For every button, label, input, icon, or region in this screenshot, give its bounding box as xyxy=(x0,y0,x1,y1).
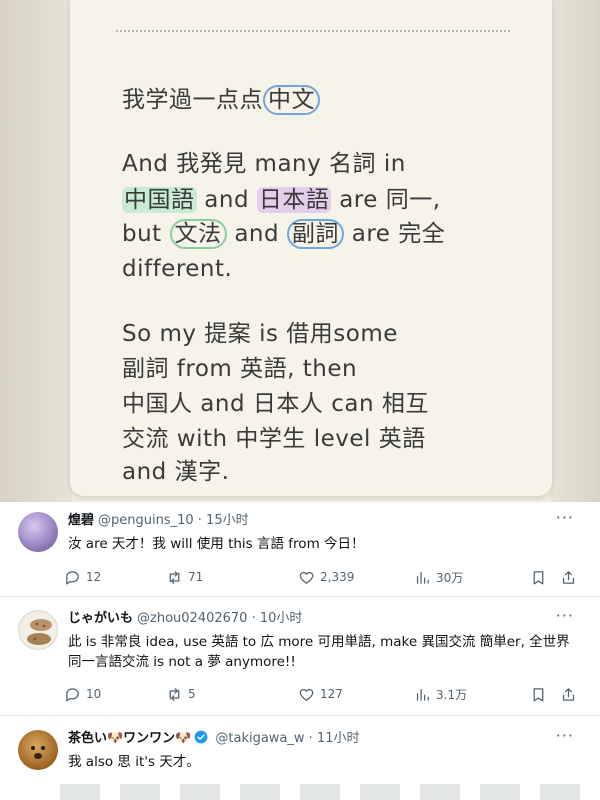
views-button[interactable]: 3.1万 xyxy=(414,683,467,705)
note-text: 我学過一点点 xyxy=(122,87,263,113)
tweet-actions: 10 5 127 3.1万 xyxy=(64,683,584,705)
note-line-9: 交流 with 中学生 level 英語 xyxy=(122,426,426,452)
tweet[interactable]: じゃがいも @zhou02402670 · 10小时 ··· 此 is 非常良 i… xyxy=(0,600,600,716)
retweet-icon xyxy=(169,687,180,701)
note-circled-word: 中文 xyxy=(263,85,320,115)
note-line-7: 副詞 from 英語, then xyxy=(122,356,358,382)
potato-avatar-image xyxy=(27,619,52,645)
reply-icon xyxy=(66,687,79,702)
tweet-text: 此 is 非常良 idea, use 英語 to 広 more 可用単語, ma… xyxy=(68,634,570,670)
verified-badge-icon xyxy=(194,730,208,744)
avatar[interactable] xyxy=(18,610,58,650)
note-line-10: and 漢字. xyxy=(122,459,230,485)
share-button[interactable] xyxy=(560,683,577,705)
like-button[interactable]: 2,339 xyxy=(298,566,354,588)
heart-icon xyxy=(299,571,314,584)
views-icon xyxy=(416,688,429,701)
retweet-button[interactable]: 71 xyxy=(166,566,203,588)
note-line-6: So my 提案 is 借用some xyxy=(122,321,398,347)
like-count: 127 xyxy=(320,687,343,701)
handle-and-time[interactable]: @zhou02402670 · 10小时 xyxy=(137,611,302,626)
dog-avatar-image xyxy=(31,746,45,759)
photo-background-right xyxy=(550,0,600,502)
note-text: but xyxy=(122,221,170,247)
bookmark-icon xyxy=(533,570,544,585)
note-line-5: different. xyxy=(122,256,233,282)
note-line-1: 我学過一点点 中文 xyxy=(122,82,320,119)
bookmark-button[interactable] xyxy=(530,683,547,705)
photo-background-left xyxy=(0,0,72,502)
retweet-count: 71 xyxy=(188,570,204,584)
note-highlight-purple: 日本語 xyxy=(256,187,332,213)
tweet-text: 我 also 思 it's 天才。 xyxy=(68,754,200,770)
display-name[interactable]: 煌碧 xyxy=(68,513,94,528)
views-count: 30万 xyxy=(436,570,464,585)
more-icon[interactable]: ··· xyxy=(556,606,574,625)
share-button[interactable] xyxy=(560,566,577,588)
handle-and-time[interactable]: @penguins_10 · 15小时 xyxy=(98,513,249,528)
tweet[interactable]: 茶色い🐶ワンワン🐶 @takigawa_w · 11小时 ··· 我 also 思… xyxy=(0,718,600,800)
note-text: are 完全 xyxy=(343,221,446,247)
tweet-header: じゃがいも @zhou02402670 · 10小时 xyxy=(68,610,302,628)
display-name[interactable]: じゃがいも xyxy=(68,611,133,626)
note-circled-word: 副詞 xyxy=(286,219,344,249)
tweet-text: 汝 are 天才！我 will 使用 this 言語 from 今日！ xyxy=(68,536,365,552)
reply-button[interactable]: 10 xyxy=(64,683,101,705)
retweet-icon xyxy=(169,570,180,584)
note-line-8: 中国人 and 日本人 can 相互 xyxy=(122,391,429,417)
dotted-divider xyxy=(116,30,510,32)
note-line-4: but 文法 and 副詞 are 完全 xyxy=(122,216,445,253)
note-photo: 我学過一点点 中文 And 我発見 many 名詞 in 中国語 and 日本語 … xyxy=(0,0,600,502)
cropped-next-line xyxy=(60,784,580,800)
avatar[interactable] xyxy=(18,512,58,552)
avatar[interactable] xyxy=(18,730,58,770)
note-line-2: And 我発見 many 名詞 in xyxy=(122,151,406,177)
note-text: and xyxy=(226,221,287,247)
display-name[interactable]: 茶色い🐶ワンワン🐶 xyxy=(68,731,191,746)
note-text: are 同一, xyxy=(331,187,441,213)
note-line-3: 中国語 and 日本語 are 同一, xyxy=(122,182,441,219)
reply-count: 12 xyxy=(86,570,102,584)
views-count: 3.1万 xyxy=(436,687,468,702)
like-count: 2,339 xyxy=(320,570,355,584)
like-button[interactable]: 127 xyxy=(298,683,343,705)
retweet-button[interactable]: 5 xyxy=(166,683,196,705)
more-icon[interactable]: ··· xyxy=(556,726,574,745)
heart-icon xyxy=(299,688,314,701)
bookmark-icon xyxy=(533,687,544,702)
tweet[interactable]: 煌碧 @penguins_10 · 15小时 ··· 汝 are 天才！我 wil… xyxy=(0,502,600,597)
note-text: and xyxy=(196,187,257,213)
retweet-count: 5 xyxy=(188,687,196,701)
note-highlight-green: 中国語 xyxy=(122,187,197,213)
views-icon xyxy=(416,571,429,584)
share-icon xyxy=(562,570,575,584)
tweet-actions: 12 71 2,339 30万 xyxy=(64,566,584,588)
note-circled-word: 文法 xyxy=(169,219,227,249)
tweet-header: 煌碧 @penguins_10 · 15小时 xyxy=(68,512,249,530)
reply-icon xyxy=(66,570,79,585)
bookmark-button[interactable] xyxy=(530,566,547,588)
tweet-header: 茶色い🐶ワンワン🐶 @takigawa_w · 11小时 xyxy=(68,730,359,748)
note-paper: 我学過一点点 中文 And 我発見 many 名詞 in 中国語 and 日本語 … xyxy=(70,0,552,496)
handle-and-time[interactable]: @takigawa_w · 11小时 xyxy=(215,731,359,746)
more-icon[interactable]: ··· xyxy=(556,508,574,527)
views-button[interactable]: 30万 xyxy=(414,566,463,588)
share-icon xyxy=(562,687,575,701)
reply-button[interactable]: 12 xyxy=(64,566,101,588)
reply-count: 10 xyxy=(86,687,102,701)
